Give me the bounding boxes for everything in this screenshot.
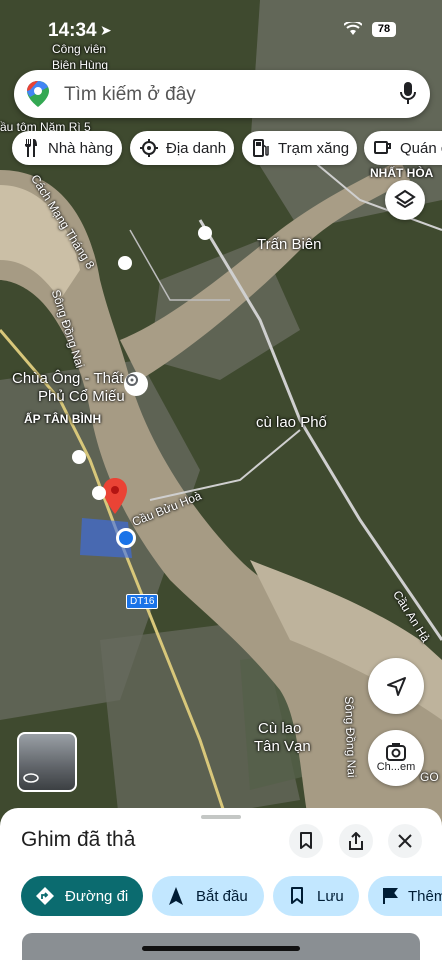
my-location-button[interactable]: [368, 658, 424, 714]
street-view-thumbnail[interactable]: [17, 732, 77, 792]
fork-knife-icon: [22, 139, 40, 157]
start-button[interactable]: Bắt đầu: [152, 876, 264, 916]
add-label-label: Thêm: [408, 887, 442, 905]
bookmark-icon: [287, 886, 307, 906]
my-location-dot: [116, 528, 136, 548]
save-label: Lưu: [317, 887, 344, 905]
bookmark-icon: [300, 832, 312, 849]
bus-stop-icon[interactable]: [118, 256, 132, 270]
wifi-icon: [344, 22, 362, 35]
directions-label: Đường đi: [65, 887, 129, 905]
save-button[interactable]: Lưu: [273, 876, 359, 916]
flag-icon: [382, 886, 398, 906]
map-label-tranbien: Trấn Biên: [257, 236, 322, 253]
chip-label: Địa danh: [166, 139, 227, 157]
chip-cafes[interactable]: Quán c: [364, 131, 442, 165]
coffee-icon: [374, 139, 392, 157]
map-label-island-2b: Tân Vạn: [254, 738, 311, 755]
save-icon-button[interactable]: [289, 824, 323, 858]
landmark-icon: [140, 139, 158, 157]
gas-station-icon: [252, 139, 270, 157]
start-label: Bắt đầu: [196, 887, 248, 905]
home-indicator[interactable]: [142, 946, 300, 951]
mic-icon[interactable]: [400, 82, 416, 106]
chip-gas-stations[interactable]: Trạm xăng: [242, 131, 357, 165]
status-bar: 14:34 ➤ 78: [0, 0, 442, 41]
location-services-icon: ➤: [100, 22, 112, 38]
chip-label: Quán c: [400, 139, 442, 157]
chip-label: Nhà hàng: [48, 139, 114, 157]
lens-search-label: Ch...em: [376, 761, 416, 773]
maps-logo-icon: [27, 81, 49, 107]
layers-icon: [394, 189, 416, 209]
search-input[interactable]: [62, 78, 376, 112]
clock: 14:34: [48, 20, 97, 41]
bus-stop-icon[interactable]: [198, 226, 212, 240]
navigation-arrow-icon: [166, 886, 186, 906]
share-icon: [349, 832, 363, 850]
map-label-island-1: cù lao Phố: [256, 414, 327, 431]
chip-landmarks[interactable]: Địa danh: [130, 131, 234, 165]
battery-indicator: 78: [372, 22, 396, 37]
bus-stop-icon[interactable]: [72, 450, 86, 464]
map-label-temple-2: Phủ Cổ Miếu: [38, 388, 125, 405]
map-label-hamlet: ẤP TÂN BÌNH: [24, 412, 102, 426]
map-label-district: NHẤT HÒA: [370, 166, 434, 180]
map-label-river-2: Sông Đồng Nai: [342, 696, 359, 778]
map-label-park: Công viên: [52, 42, 107, 56]
directions-icon: [35, 886, 55, 906]
map-label-island-2a: Cù lao: [258, 720, 302, 737]
drag-handle[interactable]: [201, 815, 241, 819]
map-label-go: GO: [420, 770, 439, 784]
navigation-arrow-icon: [387, 677, 406, 696]
map-label-temple-1: Chùa Ông - Thất: [12, 370, 124, 387]
search-bar[interactable]: [14, 70, 430, 118]
add-label-button[interactable]: Thêm: [368, 876, 442, 916]
road-shield-dt16: DT16: [126, 594, 159, 609]
chip-restaurants[interactable]: Nhà hàng: [12, 131, 122, 165]
chip-label: Trạm xăng: [278, 139, 350, 157]
lens-search-button[interactable]: Ch...em: [368, 730, 424, 786]
directions-button[interactable]: Đường đi: [21, 876, 143, 916]
dropped-pin-icon[interactable]: [102, 478, 128, 514]
street-view-rotate-icon: [23, 773, 39, 783]
share-button[interactable]: [339, 824, 373, 858]
close-icon: [398, 834, 412, 848]
layers-button[interactable]: [385, 180, 425, 220]
sheet-title: Ghim đã thả: [21, 828, 136, 851]
temple-icon[interactable]: [124, 372, 148, 396]
close-button[interactable]: [388, 824, 422, 858]
bus-stop-icon[interactable]: [92, 486, 106, 500]
camera-search-icon: [386, 743, 406, 761]
